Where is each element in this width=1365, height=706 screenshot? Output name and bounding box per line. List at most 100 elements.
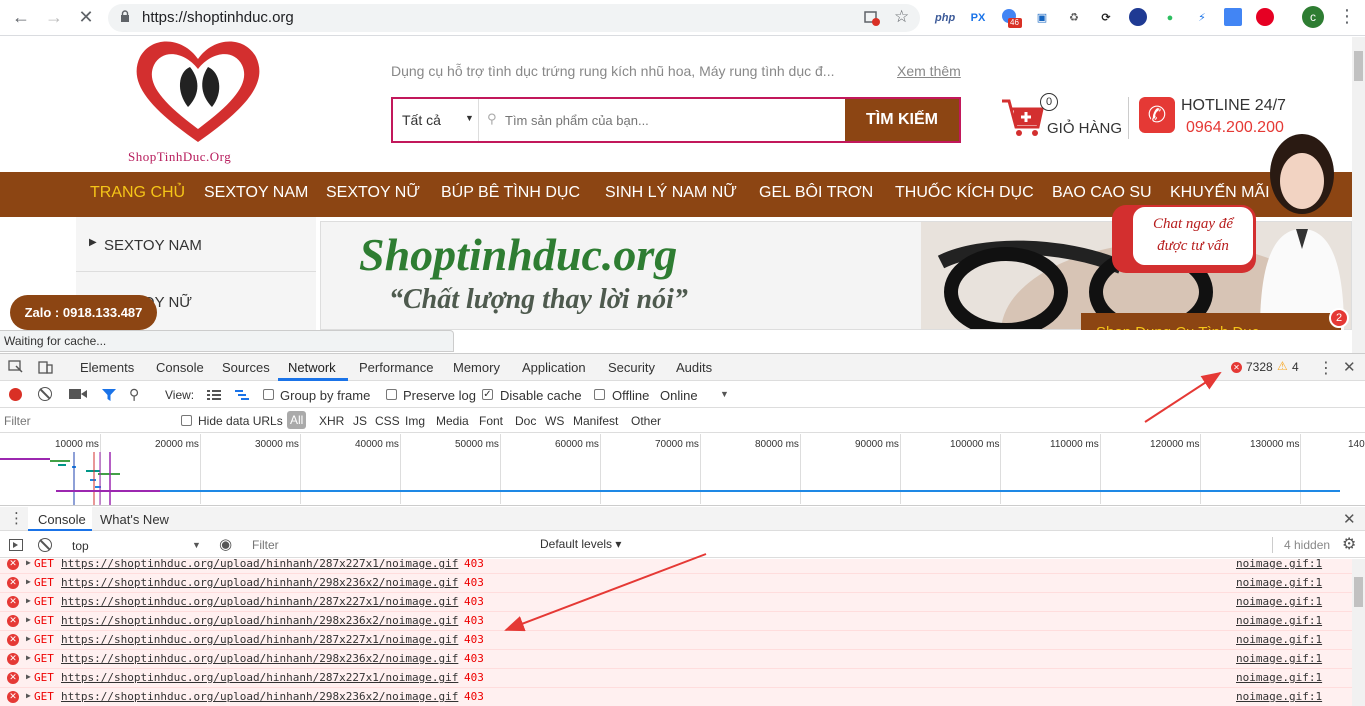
type-filter-ws[interactable]: WS — [545, 414, 564, 428]
console-error-row[interactable]: ✕ ▶ GET https://shoptinhduc.org/upload/hi… — [0, 650, 1352, 669]
expand-triangle-icon[interactable]: ▶ — [26, 672, 31, 681]
back-icon[interactable]: ← — [9, 5, 33, 29]
forward-icon[interactable]: → — [42, 5, 66, 29]
expand-triangle-icon[interactable]: ▶ — [26, 577, 31, 586]
menu-item-bao-cao-su[interactable]: BAO CAO SU — [1052, 184, 1152, 202]
stop-icon[interactable]: ✕ — [74, 5, 98, 29]
device-toolbar-icon[interactable] — [38, 359, 53, 375]
source-link[interactable]: noimage.gif:1 — [1236, 614, 1322, 627]
live-expression-eye-icon[interactable]: ◉ — [219, 535, 232, 553]
expand-triangle-icon[interactable]: ▶ — [26, 691, 31, 700]
cart-icon[interactable] — [1000, 95, 1044, 139]
address-bar[interactable]: https://shoptinhduc.org ☆ — [108, 4, 920, 32]
px-extension-icon[interactable]: PX — [968, 8, 988, 28]
hide-data-urls-checkbox[interactable] — [181, 415, 192, 426]
source-link[interactable]: noimage.gif:1 — [1236, 576, 1322, 589]
chat-bubble[interactable]: Chat ngay để được tư vấn — [1133, 207, 1253, 265]
tab-network[interactable]: Network — [288, 360, 336, 375]
close-drawer-icon[interactable]: ✕ — [1343, 510, 1356, 528]
request-url-link[interactable]: https://shoptinhduc.org/upload/hinhanh/2… — [61, 559, 458, 570]
expand-triangle-icon[interactable]: ▶ — [26, 596, 31, 605]
tab-sources[interactable]: Sources — [222, 360, 270, 375]
recycle-extension-icon[interactable]: ♻ — [1064, 8, 1084, 28]
screenshot-camera-icon[interactable] — [69, 388, 87, 400]
zalo-button[interactable]: Zalo : 0918.133.487 — [10, 295, 157, 330]
evernote-icon[interactable]: ● — [1160, 8, 1180, 28]
sidebar-toggle-icon[interactable] — [9, 539, 23, 551]
preserve-log-checkbox[interactable] — [386, 389, 397, 400]
offline-checkbox[interactable] — [594, 389, 605, 400]
category-select[interactable]: Tất cả ▼ — [393, 99, 479, 141]
request-url-link[interactable]: https://shoptinhduc.org/upload/hinhanh/2… — [61, 576, 458, 589]
tab-memory[interactable]: Memory — [453, 360, 500, 375]
page-scrollbar[interactable] — [1352, 37, 1365, 353]
console-error-row[interactable]: ✕ ▶ GET https://shoptinhduc.org/upload/hi… — [0, 669, 1352, 688]
promo-more-link[interactable]: Xem thêm — [897, 63, 961, 79]
request-url-link[interactable]: https://shoptinhduc.org/upload/hinhanh/2… — [61, 690, 458, 703]
source-link[interactable]: noimage.gif:1 — [1236, 671, 1322, 684]
sidebar-item-sextoy-nam[interactable]: ▶ SEXTOY NAM — [76, 217, 316, 272]
menu-item-bup-be[interactable]: BÚP BÊ TÌNH DỤC — [441, 184, 580, 202]
drawer-menu-icon[interactable]: ⋮ — [9, 509, 24, 527]
filter-icon[interactable] — [101, 387, 117, 403]
drawer-tab-whats-new[interactable]: What's New — [100, 512, 169, 527]
type-filter-other[interactable]: Other — [631, 414, 661, 428]
console-filter-input[interactable] — [252, 536, 532, 554]
record-icon[interactable] — [9, 388, 22, 401]
expand-triangle-icon[interactable]: ▶ — [26, 559, 31, 567]
star-icon[interactable]: ☆ — [894, 7, 909, 27]
source-link[interactable]: noimage.gif:1 — [1236, 633, 1322, 646]
search-icon[interactable]: ⚲ — [129, 386, 139, 403]
request-url-link[interactable]: https://shoptinhduc.org/upload/hinhanh/2… — [61, 671, 458, 684]
sync-extension-icon[interactable]: ⟳ — [1096, 8, 1116, 28]
inspect-element-icon[interactable] — [8, 360, 24, 374]
tab-performance[interactable]: Performance — [359, 360, 433, 375]
network-overview[interactable]: 10000 ms 20000 ms 30000 ms 40000 ms 5000… — [0, 434, 1365, 506]
type-filter-css[interactable]: CSS — [375, 414, 400, 428]
expand-triangle-icon[interactable]: ▶ — [26, 615, 31, 624]
network-filter-input[interactable] — [4, 412, 166, 430]
throttle-select[interactable]: Online ▼ — [660, 385, 730, 404]
console-error-row[interactable]: ✕ ▶ GET https://shoptinhduc.org/upload/hi… — [0, 612, 1352, 631]
download-extension-icon[interactable]: ▣ — [1032, 8, 1052, 28]
large-rows-icon[interactable] — [206, 388, 222, 402]
ip-extension-icon[interactable] — [1129, 8, 1147, 26]
clear-console-icon[interactable] — [38, 538, 52, 552]
console-error-row[interactable]: ✕ ▶ GET https://shoptinhduc.org/upload/hi… — [0, 574, 1352, 593]
type-filter-manifest[interactable]: Manifest — [573, 414, 618, 428]
tab-audits[interactable]: Audits — [676, 360, 712, 375]
drawer-tab-console[interactable]: Console — [28, 507, 92, 531]
console-error-row[interactable]: ✕ ▶ GET https://shoptinhduc.org/upload/hi… — [0, 631, 1352, 650]
menu-item-sextoy-nu[interactable]: SEXTOY NỮ — [326, 184, 420, 202]
console-scrollbar[interactable] — [1352, 559, 1365, 706]
devtools-menu-icon[interactable]: ⋮ — [1318, 358, 1334, 378]
search-button[interactable]: TÌM KIẾM — [845, 99, 959, 141]
menu-item-home[interactable]: TRANG CHỦ — [90, 184, 185, 202]
source-link[interactable]: noimage.gif:1 — [1236, 559, 1322, 570]
menu-item-gel[interactable]: GEL BÔI TRƠN — [759, 184, 873, 202]
log-levels-select[interactable]: Default levels ▾ — [540, 537, 621, 551]
type-filter-doc[interactable]: Doc — [515, 414, 536, 428]
type-filter-xhr[interactable]: XHR — [319, 414, 344, 428]
request-url-link[interactable]: https://shoptinhduc.org/upload/hinhanh/2… — [61, 633, 458, 646]
console-settings-gear-icon[interactable]: ⚙ — [1342, 534, 1356, 554]
request-url-link[interactable]: https://shoptinhduc.org/upload/hinhanh/2… — [61, 614, 458, 627]
profile-avatar[interactable]: c — [1302, 6, 1324, 28]
group-by-frame-checkbox[interactable] — [263, 389, 274, 400]
context-select[interactable]: top ▼ — [64, 535, 206, 555]
type-filter-js[interactable]: JS — [353, 414, 367, 428]
warning-count[interactable]: 4 — [1292, 360, 1299, 374]
tab-application[interactable]: Application — [522, 360, 586, 375]
blocked-popup-icon[interactable] — [863, 9, 881, 27]
type-filter-media[interactable]: Media — [436, 414, 469, 428]
chat-bar[interactable]: Shop Dụng Cụ Tình Dục — [1081, 313, 1341, 330]
clear-icon[interactable] — [38, 387, 52, 401]
lightning-extension-icon[interactable]: ⚡ — [1192, 8, 1212, 28]
type-filter-img[interactable]: Img — [405, 414, 425, 428]
site-logo[interactable]: ShopTinhDuc.Org — [128, 37, 268, 167]
chrome-menu-icon[interactable]: ⋮ — [1338, 6, 1356, 27]
menu-item-sextoy-nam[interactable]: SEXTOY NAM — [204, 184, 308, 202]
search-input[interactable] — [505, 107, 835, 133]
translate-icon[interactable] — [1224, 8, 1242, 26]
tab-elements[interactable]: Elements — [80, 360, 134, 375]
